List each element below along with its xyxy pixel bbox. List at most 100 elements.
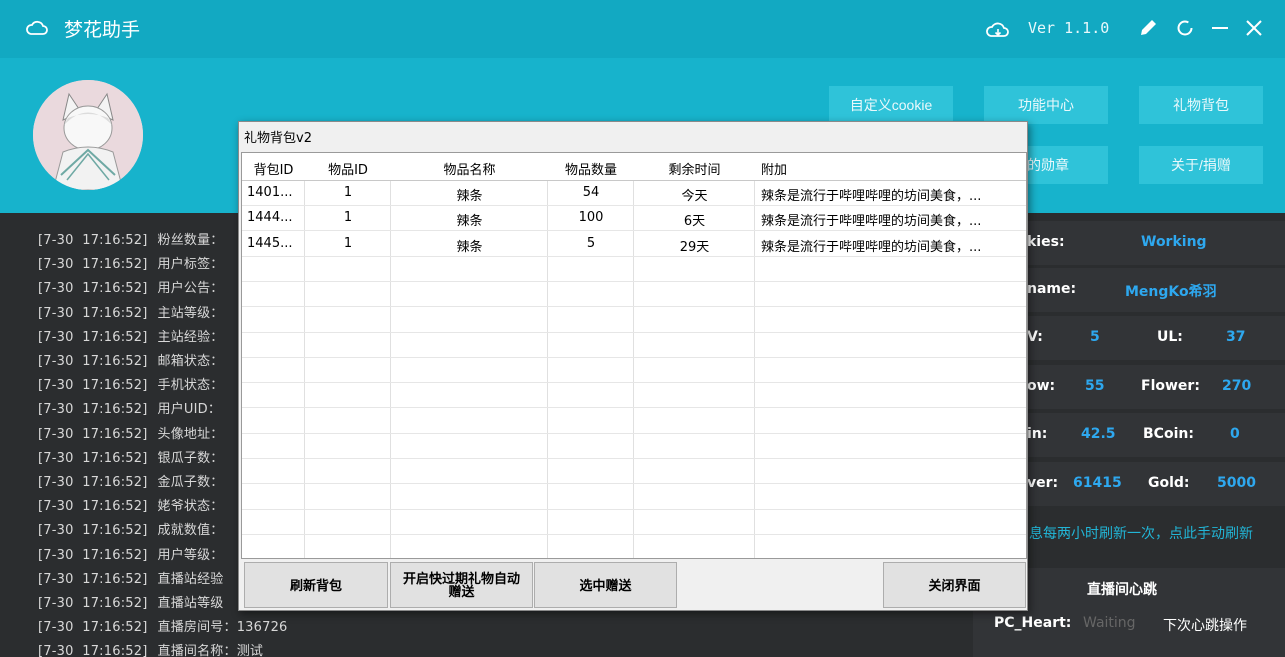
table-row[interactable]: [242, 459, 1026, 485]
pc-heart-value: Waiting: [1083, 615, 1136, 631]
table-header: 背包ID 物品ID 物品名称 物品数量 剩余时间 附加: [242, 153, 1026, 181]
ul-value: 37: [1226, 329, 1246, 345]
custom-cookie-button[interactable]: 自定义cookie: [829, 86, 953, 124]
cell-extra: 辣条是流行于哔哩哔哩的坊间美食，...: [761, 214, 982, 230]
auto-send-expiring-button[interactable]: 开启快过期礼物自动 赠送: [390, 562, 533, 608]
table-row[interactable]: 1444... 1 辣条 100 6天 辣条是流行于哔哩哔哩的坊间美食，...: [242, 206, 1026, 232]
silver-value: 61415: [1073, 475, 1122, 491]
pencil-icon[interactable]: [1137, 17, 1159, 39]
about-donate-button[interactable]: 关于/捐赠: [1139, 146, 1263, 184]
cookies-label: kies:: [1027, 234, 1065, 250]
table-row[interactable]: [242, 358, 1026, 384]
app-title: 梦花助手: [64, 19, 141, 41]
minimize-icon[interactable]: [1209, 17, 1231, 39]
log-line: [7-30 17:16:52] 成就数值：: [38, 519, 224, 538]
table-row[interactable]: [242, 308, 1026, 333]
name-label: name:: [1027, 281, 1077, 297]
log-text: 直播房间号：136726: [157, 620, 288, 636]
name-value: MengKo希羽: [1125, 284, 1217, 300]
close-dialog-button[interactable]: 关闭界面: [883, 562, 1026, 608]
log-timestamp: [7-30 17:16:52]: [38, 233, 148, 248]
gift-bag-button[interactable]: 礼物背包: [1139, 86, 1263, 124]
log-timestamp: [7-30 17:16:52]: [38, 620, 148, 636]
version-label: Ver 1.1.0: [1028, 19, 1110, 37]
cell-remaining-time: 6天: [683, 214, 706, 230]
follow-label: ow:: [1027, 378, 1056, 394]
log-line: [7-30 17:16:52] 直播间名称：测试: [38, 640, 263, 657]
log-line: [7-30 17:16:52] 粉丝数量：: [38, 229, 224, 248]
flower-label: Flower:: [1141, 378, 1200, 394]
titlebar: 梦花助手 Ver 1.1.0: [0, 0, 1285, 58]
log-text: 主站等级：: [157, 305, 224, 321]
log-text: 成就数值：: [157, 523, 224, 539]
lv-value: 5: [1090, 329, 1100, 345]
coin-value: 42.5: [1081, 426, 1116, 442]
cloud-download-icon[interactable]: [986, 21, 1010, 39]
log-line: [7-30 17:16:52] 用户UID：: [38, 398, 221, 417]
cell-item-count: 5: [586, 235, 596, 251]
log-line: [7-30 17:16:52] 直播房间号：136726: [38, 616, 288, 635]
cell-remaining-time: 29天: [679, 239, 710, 255]
table-row[interactable]: [242, 434, 1026, 459]
refresh-notice-link[interactable]: 息每两小时刷新一次，点此手动刷新: [1029, 523, 1253, 543]
col-header-item-name[interactable]: 物品名称: [391, 159, 548, 178]
log-line: [7-30 17:16:52] 银瓜子数：: [38, 447, 224, 466]
flower-value: 270: [1222, 378, 1252, 394]
cell-bag-id: 1445...: [247, 235, 293, 251]
cell-extra: 辣条是流行于哔哩哔哩的坊间美食，...: [761, 239, 982, 255]
close-icon[interactable]: [1243, 17, 1265, 39]
log-text: 用户公告：: [157, 281, 224, 297]
table-row[interactable]: [242, 257, 1026, 282]
log-line: [7-30 17:16:52] 用户标签：: [38, 253, 224, 272]
table-row[interactable]: [242, 409, 1026, 434]
log-text: 银瓜子数：: [157, 450, 224, 466]
col-header-item-count[interactable]: 物品数量: [548, 159, 634, 178]
send-selected-button[interactable]: 选中赠送: [534, 562, 677, 608]
log-line: [7-30 17:16:52] 头像地址：: [38, 423, 224, 442]
follow-value: 55: [1085, 378, 1105, 394]
log-text: 直播站等级: [157, 596, 224, 611]
refresh-icon[interactable]: [1174, 17, 1196, 39]
log-line: [7-30 17:16:52] 主站经验：: [38, 326, 224, 345]
log-timestamp: [7-30 17:16:52]: [38, 523, 148, 539]
bcoin-label: BCoin:: [1143, 426, 1194, 442]
log-timestamp: [7-30 17:16:52]: [38, 499, 148, 515]
log-text: 用户等级：: [157, 547, 224, 563]
table-row[interactable]: [242, 282, 1026, 308]
function-center-button[interactable]: 功能中心: [984, 86, 1108, 124]
table-row[interactable]: [242, 535, 1026, 558]
table-row[interactable]: [242, 333, 1026, 358]
ul-label: UL:: [1157, 329, 1183, 345]
cell-extra: 辣条是流行于哔哩哔哩的坊间美食，...: [761, 189, 982, 204]
log-timestamp: [7-30 17:16:52]: [38, 596, 148, 611]
table-row[interactable]: 1401... 1 辣条 54 今天 辣条是流行于哔哩哔哩的坊间美食，...: [242, 181, 1026, 206]
table-row[interactable]: [242, 383, 1026, 409]
table-row[interactable]: [242, 485, 1026, 510]
heartbeat-title: 直播间心跳: [1087, 582, 1157, 598]
log-text: 邮箱状态：: [157, 354, 224, 369]
refresh-bag-button[interactable]: 刷新背包: [244, 562, 388, 608]
col-header-extra[interactable]: 附加: [761, 159, 1021, 178]
avatar-image: [33, 80, 143, 190]
log-text: 直播间名称：测试: [157, 644, 264, 657]
table-row[interactable]: [242, 510, 1026, 535]
log-timestamp: [7-30 17:16:52]: [38, 329, 148, 345]
gift-table[interactable]: 背包ID 物品ID 物品名称 物品数量 剩余时间 附加 1401... 1 辣条 54…: [241, 152, 1027, 559]
col-header-bag-id[interactable]: 背包ID: [242, 159, 305, 178]
cell-item-id: 1: [343, 210, 353, 226]
log-text: 用户UID：: [157, 402, 222, 418]
cell-remaining-time: 今天: [681, 189, 708, 204]
col-header-item-id[interactable]: 物品ID: [305, 159, 391, 178]
log-line: [7-30 17:16:52] 姥爷状态：: [38, 495, 224, 514]
cell-bag-id: 1401...: [247, 185, 293, 200]
cell-item-count: 54: [582, 185, 600, 200]
log-line: [7-30 17:16:52] 主站等级：: [38, 302, 224, 321]
cloud-icon: [26, 20, 48, 35]
table-row[interactable]: 1445... 1 辣条 5 29天 辣条是流行于哔哩哔哩的坊间美食，...: [242, 232, 1026, 257]
next-heartbeat-label: 下次心跳操作: [1163, 618, 1247, 634]
gold-value: 5000: [1217, 475, 1256, 491]
log-text: 粉丝数量：: [157, 233, 224, 248]
log-timestamp: [7-30 17:16:52]: [38, 378, 148, 394]
col-header-remaining-time[interactable]: 剩余时间: [634, 159, 755, 178]
cell-item-id: 1: [343, 185, 353, 200]
